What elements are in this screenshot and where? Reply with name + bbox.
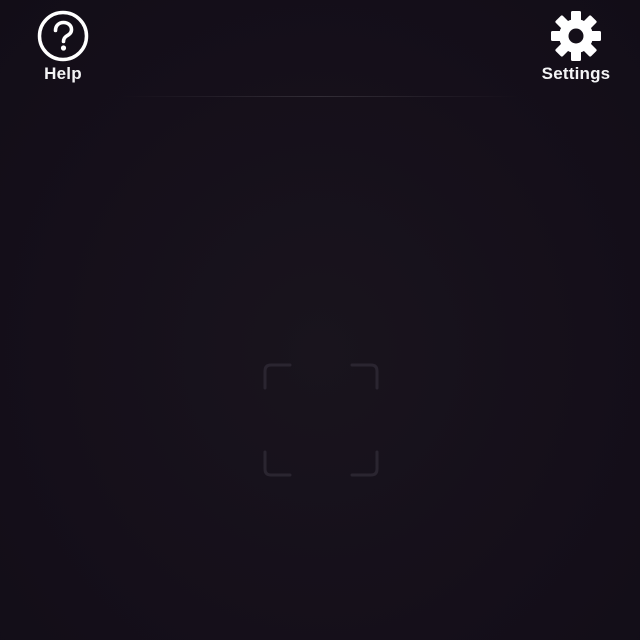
header-divider xyxy=(120,96,520,97)
help-label: Help xyxy=(44,64,82,83)
top-bar: Help Settings xyxy=(0,0,640,96)
gear-icon xyxy=(548,8,604,64)
camera-scan-screen: Help Settings xyxy=(0,0,640,640)
question-circle-icon xyxy=(35,8,91,64)
scan-frame-icon xyxy=(262,362,380,478)
settings-label: Settings xyxy=(541,64,611,83)
settings-button[interactable]: Settings xyxy=(536,8,616,84)
help-button[interactable]: Help xyxy=(28,8,98,84)
